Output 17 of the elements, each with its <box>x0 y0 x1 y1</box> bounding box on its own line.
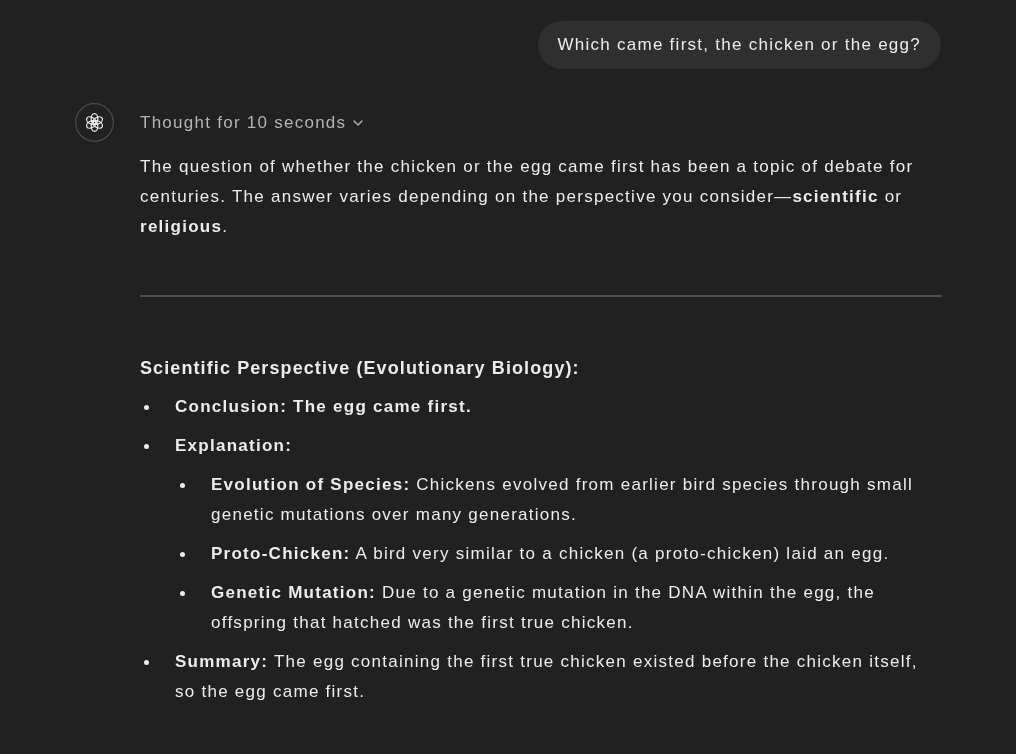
bullet-icon <box>144 659 149 665</box>
bullet-icon <box>144 404 149 410</box>
section-heading: Scientific Perspective (Evolutionary Biology): <box>140 357 581 380</box>
list-item-text: Evolution of Species: Chickens evolved from earlier bird species through small genetic mutations over many generations. <box>211 474 914 526</box>
avatar-icon <box>75 103 114 142</box>
list-item-text: Summary: The egg containing the first true chicken existed before the chicken itself, so the egg came first. <box>175 651 919 703</box>
list-item-text: Explanation: <box>175 435 293 457</box>
answer-paragraph: The question of whether the chicken or the egg came first has been a topic of debate for centuries. The answer varies depending on the perspective you consider—scientific or religious. <box>140 156 915 238</box>
user-message: Which came first, the chicken or the egg? <box>537 21 941 69</box>
bullet-icon <box>180 551 185 557</box>
list-item-text: Conclusion: The egg came first. <box>175 396 472 418</box>
bullet-icon <box>180 482 185 488</box>
list-item-text: Genetic Mutation: Due to a genetic mutation in the DNA within the egg, the offspring that hatched was the first true chicken. <box>211 582 876 634</box>
bullet-icon <box>180 590 185 596</box>
list-item-text: Proto-Chicken: A bird very similar to a chicken (a proto-chicken) laid an egg. <box>211 543 890 565</box>
thought-toggle[interactable]: Thought for 10 seconds <box>140 103 364 142</box>
bullet-icon <box>144 443 149 449</box>
